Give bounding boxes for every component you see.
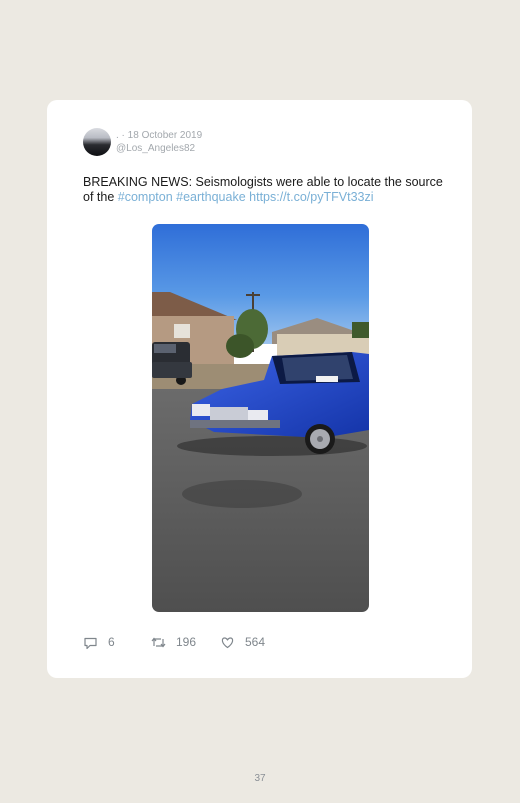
tweet-media[interactable] [152, 224, 369, 612]
reply-icon[interactable] [83, 635, 98, 650]
reply-count: 6 [108, 635, 115, 649]
hashtag-compton[interactable]: #compton [118, 190, 173, 204]
reply-action[interactable]: 6 [83, 633, 115, 651]
author-handle[interactable]: @Los_Angeles82 [116, 142, 202, 155]
heart-icon[interactable] [220, 635, 235, 650]
meta-separator: · [118, 130, 128, 141]
tweet-text: BREAKING NEWS: Seismologists were able t… [83, 175, 443, 205]
tweet-meta: . · 18 October 2019 @Los_Angeles82 [116, 129, 202, 155]
tweet-card: . · 18 October 2019 @Los_Angeles82 BREAK… [47, 100, 472, 678]
avatar[interactable] [83, 128, 111, 156]
retweet-count: 196 [176, 635, 197, 649]
retweet-icon[interactable] [151, 635, 166, 650]
tweet-link[interactable]: https://t.co/pyTFVt33zi [249, 190, 373, 204]
like-count: 564 [245, 635, 266, 649]
tweet-date[interactable]: 18 October 2019 [128, 130, 203, 141]
retweet-action[interactable]: 196 [151, 633, 196, 651]
page-number: 37 [254, 773, 266, 784]
media-photo [152, 224, 369, 612]
like-action[interactable]: 564 [220, 633, 265, 651]
hashtag-earthquake[interactable]: #earthquake [176, 190, 246, 204]
